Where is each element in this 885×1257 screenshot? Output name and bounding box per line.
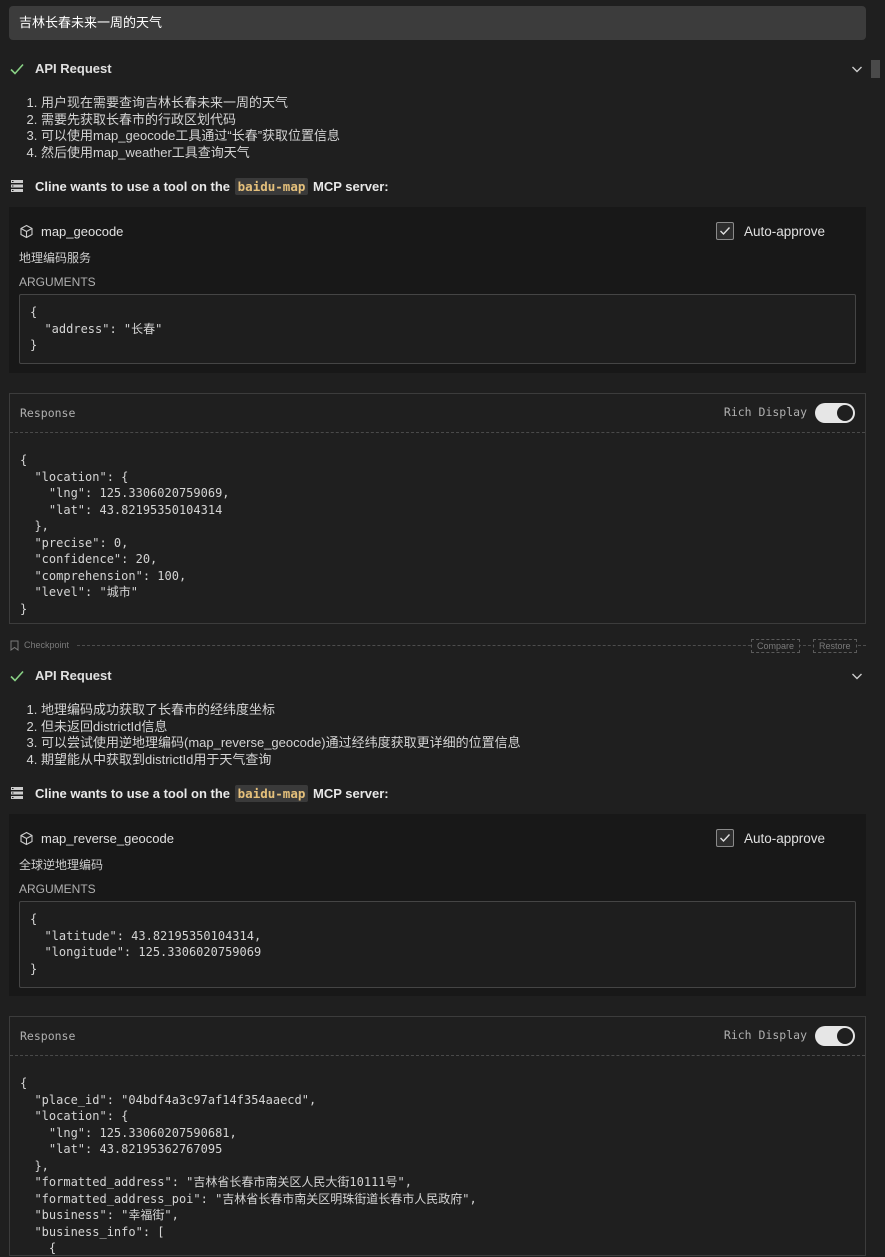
checkpoint-divider [77, 645, 866, 646]
response-header: Response Rich Display [10, 1017, 865, 1056]
checkpoint-label: Checkpoint [24, 640, 70, 650]
tool-description: 地理编码服务 [19, 251, 92, 265]
list-item: 期望能从中获取到districtId用于天气查询 [41, 752, 521, 769]
chevron-down-icon[interactable] [850, 669, 864, 683]
cube-icon [20, 224, 33, 239]
mcp-suffix: MCP server: [313, 179, 389, 194]
list-item: 地理编码成功获取了长春市的经纬度坐标 [41, 702, 521, 719]
scrollbar-thumb[interactable] [871, 60, 880, 78]
server-name-badge: baidu-map [234, 785, 309, 802]
rich-display-label: Rich Display [723, 405, 807, 419]
api-request-row[interactable]: API Request [9, 667, 866, 687]
list-item: 用户现在需要查询吉林长春未来一周的天气 [41, 95, 340, 112]
tool-description: 全球逆地理编码 [19, 858, 104, 872]
arguments-label: ARGUMENTS [19, 882, 96, 896]
task-header[interactable]: 吉林长春未来一周的天气 [9, 6, 866, 40]
rich-display-toggle[interactable] [815, 1026, 855, 1046]
bookmark-icon [10, 640, 19, 651]
compare-button[interactable]: Compare [751, 639, 801, 653]
checkmark-icon [720, 227, 731, 236]
tool-card: map_reverse_geocode Auto-approve 全球逆地理编码… [9, 814, 866, 996]
list-item: 需要先获取长春市的行政区划代码 [41, 112, 340, 129]
arguments-code: { "address": "长春" } [19, 294, 856, 364]
response-body: { "place_id": "04bdf4a3c97af14f354aaecd"… [20, 1076, 477, 1255]
server-name-badge: baidu-map [234, 178, 309, 195]
auto-approve-checkbox[interactable] [716, 829, 734, 847]
mcp-prefix: Cline wants to use a tool on the [35, 179, 231, 194]
auto-approve-label: Auto-approve [744, 224, 826, 239]
rich-display-toggle[interactable] [815, 403, 855, 423]
list-item: 然后使用map_weather工具查询天气 [41, 145, 340, 162]
list-item: 但未返回districtId信息 [41, 719, 521, 736]
chevron-down-icon[interactable] [850, 62, 864, 76]
tool-name: map_reverse_geocode [41, 831, 174, 846]
mcp-prefix: Cline wants to use a tool on the [35, 786, 231, 801]
response-body: { "location": { "lng": 125.3306020759069… [20, 453, 230, 616]
auto-approve-toggle[interactable]: Auto-approve [716, 222, 846, 242]
api-request-title: API Request [35, 668, 112, 683]
auto-approve-label: Auto-approve [744, 831, 826, 846]
reasoning-steps: 地理编码成功获取了长春市的经纬度坐标 但未返回districtId信息 可以尝试… [9, 702, 521, 768]
checkpoint-row: Checkpoint Compare Restore [9, 638, 866, 653]
response-label: Response [20, 1029, 76, 1043]
check-icon [10, 670, 24, 682]
mcp-suffix: MCP server: [313, 786, 389, 801]
rich-display-label: Rich Display [723, 1028, 807, 1042]
tool-card: map_geocode Auto-approve 地理编码服务 ARGUMENT… [9, 207, 866, 373]
restore-button[interactable]: Restore [813, 639, 857, 653]
check-icon [10, 63, 24, 75]
server-icon [11, 787, 23, 799]
cube-icon [20, 831, 33, 846]
list-item: 可以使用map_geocode工具通过“长春”获取位置信息 [41, 128, 340, 145]
response-panel: Response Rich Display { "location": { "l… [9, 393, 866, 624]
server-icon [11, 180, 23, 192]
api-request-row[interactable]: API Request [9, 60, 866, 80]
auto-approve-toggle[interactable]: Auto-approve [716, 829, 846, 849]
response-panel: Response Rich Display { "place_id": "04b… [9, 1016, 866, 1256]
arguments-label: ARGUMENTS [19, 275, 96, 289]
tool-name: map_geocode [41, 224, 124, 239]
checkmark-icon [720, 834, 731, 843]
task-title: 吉林长春未来一周的天气 [19, 15, 163, 30]
api-request-title: API Request [35, 61, 112, 76]
response-label: Response [20, 406, 76, 420]
response-header: Response Rich Display [10, 394, 865, 433]
list-item: 可以尝试使用逆地理编码(map_reverse_geocode)通过经纬度获取更… [41, 735, 521, 752]
arguments-code: { "latitude": 43.82195350104314, "longit… [19, 901, 856, 988]
reasoning-steps: 用户现在需要查询吉林长春未来一周的天气 需要先获取长春市的行政区划代码 可以使用… [9, 95, 340, 161]
auto-approve-checkbox[interactable] [716, 222, 734, 240]
